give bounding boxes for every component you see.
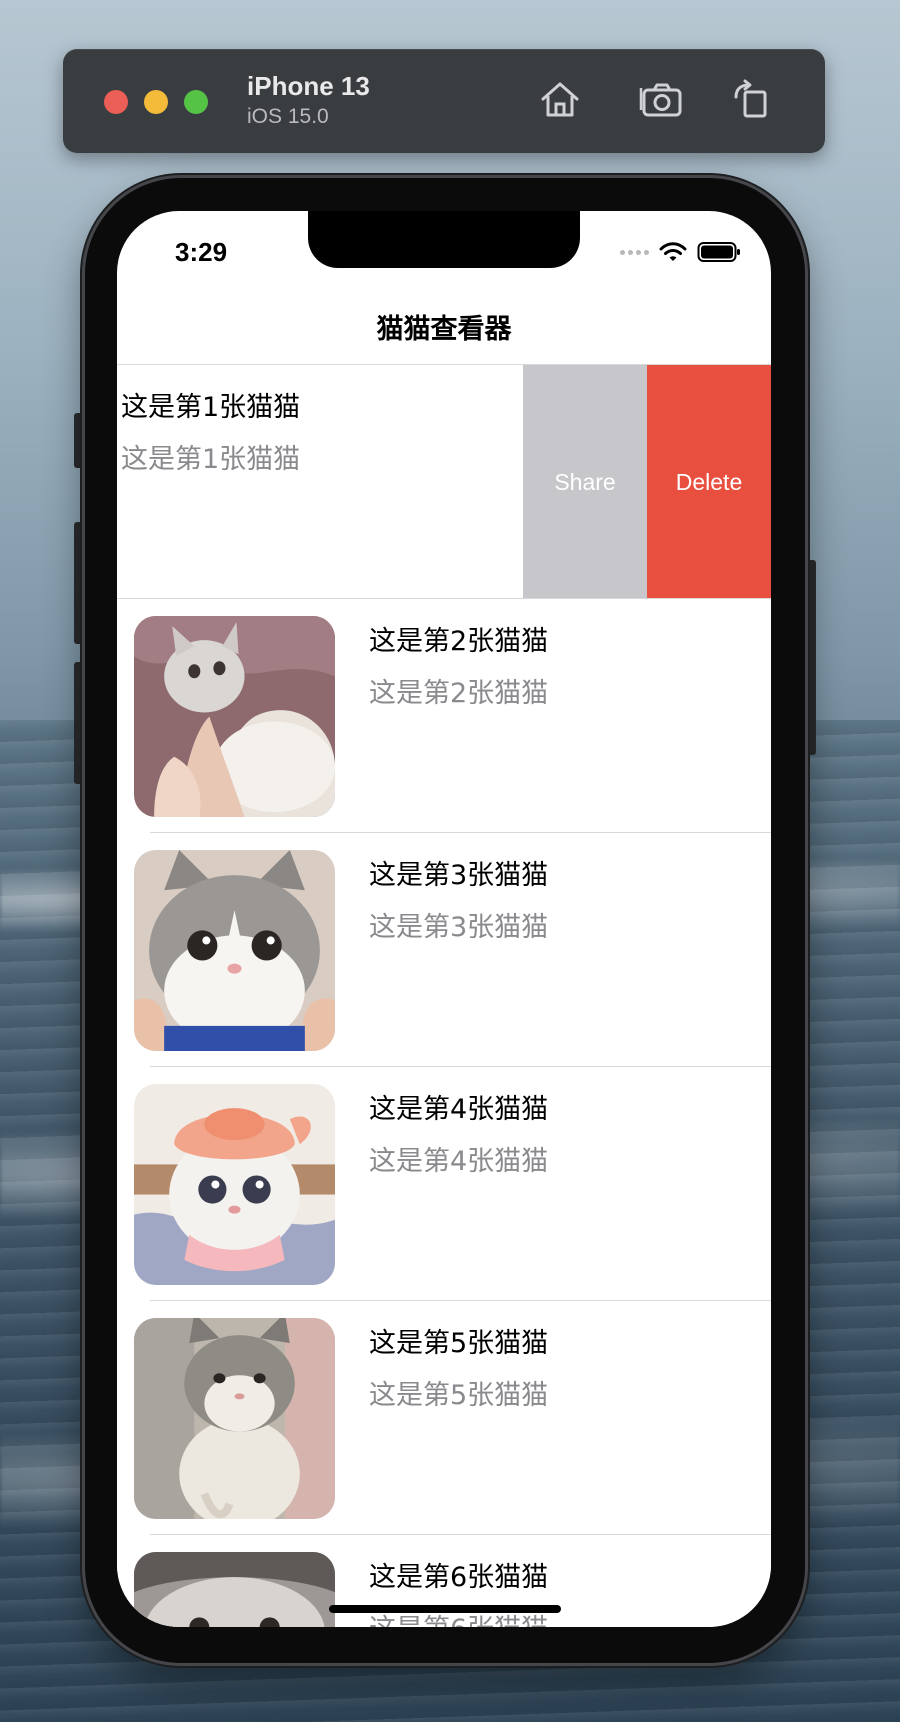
wifi-icon	[659, 242, 687, 261]
cat-thumbnail	[134, 616, 335, 817]
simulator-toolbar: iPhone 13 iOS 15.0	[63, 49, 825, 153]
mute-switch	[74, 413, 83, 468]
table-row[interactable]: 这是第3张猫猫 这是第3张猫猫	[117, 833, 771, 1067]
volume-down-button	[74, 662, 83, 784]
status-icons	[620, 241, 741, 263]
notch	[308, 211, 580, 268]
cellular-icon	[620, 249, 649, 255]
phone-screen: 3:29 猫猫查看器 这是第1张猫猫 这是第1张猫猫 Share Delete	[117, 211, 771, 1627]
window-close-button[interactable]	[104, 90, 128, 114]
window-maximize-button[interactable]	[184, 90, 208, 114]
row-title: 这是第2张猫猫	[369, 626, 549, 657]
cat-thumbnail	[134, 1318, 335, 1519]
nav-title: 猫猫查看器	[376, 314, 512, 345]
share-button[interactable]: Share	[523, 365, 647, 599]
row-subtitle: 这是第2张猫猫	[369, 678, 549, 709]
row-subtitle: 这是第3张猫猫	[369, 912, 549, 943]
swipe-actions: Share Delete	[523, 365, 771, 599]
cat-thumbnail	[134, 1552, 335, 1627]
status-time: 3:29	[175, 237, 228, 267]
rotate-icon[interactable]	[728, 77, 774, 123]
home-indicator[interactable]	[329, 1605, 561, 1613]
delete-button[interactable]: Delete	[647, 365, 771, 599]
home-icon[interactable]	[537, 77, 583, 123]
row-title: 这是第3张猫猫	[369, 860, 549, 891]
device-name: iPhone 13	[247, 71, 370, 101]
power-button	[807, 560, 816, 755]
table-row[interactable]: 这是第4张猫猫 这是第4张猫猫	[117, 1067, 771, 1301]
battery-icon	[697, 242, 740, 262]
row-title: 这是第6张猫猫	[369, 1562, 549, 1593]
cat-table-view[interactable]: 这是第1张猫猫 这是第1张猫猫 Share Delete 这是第2张猫猫 这是第…	[117, 365, 771, 1627]
cat-thumbnail	[134, 1084, 335, 1285]
cat-thumbnail	[134, 850, 335, 1051]
os-version: iOS 15.0	[247, 105, 329, 128]
row-subtitle: 这是第5张猫猫	[369, 1380, 549, 1411]
row-title: 这是第1张猫猫	[121, 392, 301, 423]
row-title: 这是第4张猫猫	[369, 1094, 549, 1125]
table-row[interactable]: 这是第6张猫猫 这是第6张猫猫	[117, 1535, 771, 1627]
row-title: 这是第5张猫猫	[369, 1328, 549, 1359]
table-row[interactable]: 这是第1张猫猫 这是第1张猫猫 Share Delete	[117, 365, 771, 599]
screenshot-icon[interactable]	[638, 77, 684, 123]
table-row[interactable]: 这是第2张猫猫 这是第2张猫猫	[117, 599, 771, 833]
row-subtitle: 这是第1张猫猫	[121, 444, 301, 475]
table-row[interactable]: 这是第5张猫猫 这是第5张猫猫	[117, 1301, 771, 1535]
window-minimize-button[interactable]	[144, 90, 168, 114]
volume-up-button	[74, 522, 83, 644]
row-subtitle: 这是第4张猫猫	[369, 1146, 549, 1177]
